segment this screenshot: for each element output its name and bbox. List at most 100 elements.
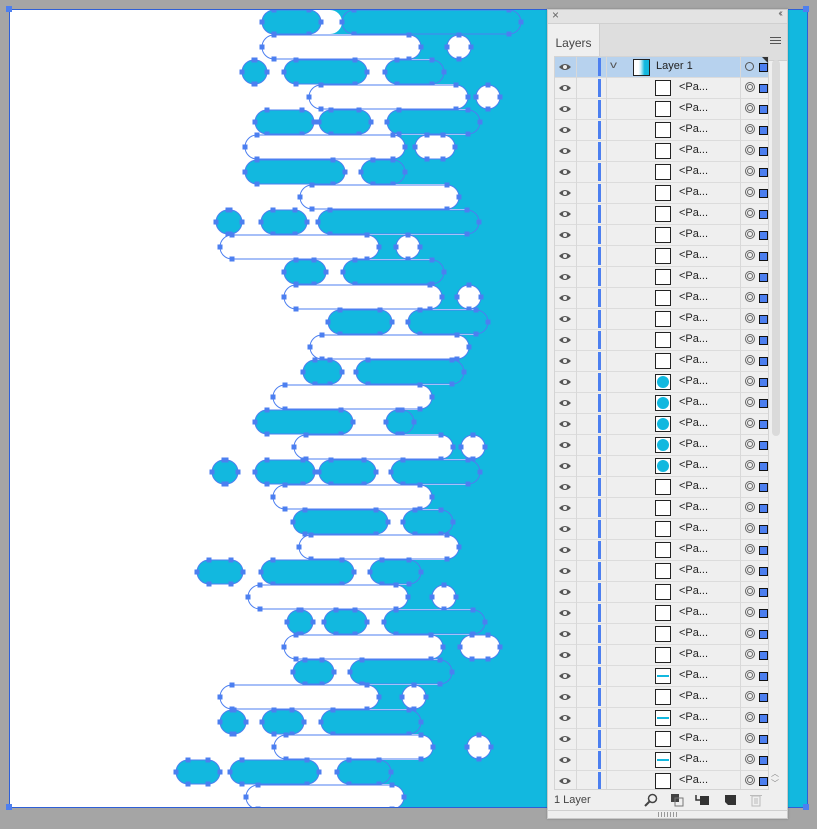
lock-column[interactable] — [576, 771, 577, 789]
anchor-point-handle[interactable] — [389, 782, 395, 788]
path-name[interactable]: <Pa... — [679, 270, 708, 282]
target-appearance-icon[interactable] — [745, 145, 755, 155]
visibility-eye-icon[interactable] — [558, 692, 572, 702]
lock-column[interactable] — [576, 120, 577, 141]
anchor-point-handle[interactable] — [406, 707, 412, 713]
anchor-point-handle[interactable] — [367, 569, 373, 575]
visibility-eye-icon[interactable] — [558, 188, 572, 198]
blue-pill[interactable] — [219, 709, 247, 735]
anchor-point-handle[interactable] — [461, 369, 467, 375]
path-row[interactable]: <Pa... — [555, 477, 768, 498]
anchor-point-handle[interactable] — [368, 119, 374, 125]
anchor-point-handle[interactable] — [469, 632, 475, 638]
selection-indicator[interactable] — [759, 84, 768, 93]
anchor-point-handle[interactable] — [506, 10, 512, 13]
white-circle[interactable] — [401, 684, 427, 710]
target-appearance-icon[interactable] — [745, 586, 755, 596]
create-sublayer-icon[interactable] — [695, 793, 709, 807]
path-row[interactable]: <Pa... — [555, 204, 768, 225]
blue-pill[interactable] — [260, 209, 308, 235]
anchor-point-handle[interactable] — [382, 69, 388, 75]
panel-menu-icon[interactable] — [770, 37, 781, 46]
lock-column[interactable] — [576, 78, 577, 99]
selection-indicator[interactable] — [759, 105, 768, 114]
anchor-point-handle[interactable] — [444, 182, 450, 188]
target-appearance-icon[interactable] — [745, 754, 755, 764]
anchor-point-handle[interactable] — [227, 769, 233, 775]
anchor-point-handle[interactable] — [340, 269, 346, 275]
anchor-point-handle[interactable] — [399, 407, 405, 413]
anchor-point-handle[interactable] — [323, 269, 329, 275]
anchor-point-handle[interactable] — [205, 757, 211, 763]
anchor-point-handle[interactable] — [254, 157, 260, 163]
anchor-point-handle[interactable] — [454, 332, 460, 338]
artboard-corner-handle[interactable] — [803, 804, 809, 810]
anchor-point-handle[interactable] — [231, 707, 237, 713]
anchor-point-handle[interactable] — [228, 557, 234, 563]
anchor-point-handle[interactable] — [365, 357, 371, 363]
anchor-point-handle[interactable] — [310, 619, 316, 625]
selection-indicator[interactable] — [759, 441, 768, 450]
visibility-eye-icon[interactable] — [558, 713, 572, 723]
anchor-point-handle[interactable] — [485, 319, 491, 325]
selection-indicator[interactable] — [759, 126, 768, 135]
anchor-point-handle[interactable] — [465, 94, 471, 100]
target-appearance-icon[interactable] — [745, 544, 755, 554]
lock-column[interactable] — [576, 141, 577, 162]
anchor-point-handle[interactable] — [389, 806, 395, 809]
anchor-point-handle[interactable] — [270, 557, 276, 563]
anchor-point-handle[interactable] — [270, 494, 276, 500]
anchor-point-handle[interactable] — [318, 82, 324, 88]
anchor-point-handle[interactable] — [418, 44, 424, 50]
path-name[interactable]: <Pa... — [679, 312, 708, 324]
path-row[interactable]: <Pa... — [555, 78, 768, 99]
scrollbar[interactable]: ︿ ﹀ — [771, 56, 781, 790]
anchor-point-handle[interactable] — [252, 419, 258, 425]
blue-pill[interactable] — [318, 109, 372, 135]
white-pill[interactable] — [283, 634, 444, 660]
blue-pill[interactable] — [292, 509, 389, 535]
anchor-point-handle[interactable] — [327, 207, 333, 213]
anchor-point-handle[interactable] — [429, 257, 435, 263]
anchor-point-handle[interactable] — [473, 94, 479, 100]
anchor-point-handle[interactable] — [440, 132, 446, 138]
anchor-point-handle[interactable] — [466, 344, 472, 350]
path-name[interactable]: <Pa... — [679, 396, 708, 408]
path-row[interactable]: <Pa... — [555, 246, 768, 267]
anchor-point-handle[interactable] — [325, 319, 331, 325]
lock-column[interactable] — [576, 708, 577, 729]
anchor-point-handle[interactable] — [302, 507, 308, 513]
anchor-point-handle[interactable] — [270, 207, 276, 213]
anchor-point-handle[interactable] — [470, 432, 476, 438]
anchor-point-handle[interactable] — [476, 732, 482, 738]
anchor-point-handle[interactable] — [229, 682, 235, 688]
white-pill[interactable] — [283, 284, 443, 310]
anchor-point-handle[interactable] — [228, 581, 234, 587]
path-row[interactable]: <Pa... — [555, 267, 768, 288]
anchor-point-handle[interactable] — [282, 506, 288, 512]
anchor-point-handle[interactable] — [299, 107, 305, 113]
anchor-point-handle[interactable] — [389, 319, 395, 325]
blue-pill[interactable] — [355, 359, 465, 385]
anchor-point-handle[interactable] — [309, 206, 315, 212]
path-row[interactable]: <Pa... — [555, 120, 768, 141]
anchor-point-handle[interactable] — [308, 532, 314, 538]
anchor-point-handle[interactable] — [485, 632, 491, 638]
target-appearance-icon[interactable] — [745, 439, 755, 449]
anchor-point-handle[interactable] — [282, 382, 288, 388]
target-appearance-icon[interactable] — [745, 733, 755, 743]
anchor-point-handle[interactable] — [405, 232, 411, 238]
anchor-point-handle[interactable] — [255, 782, 261, 788]
anchor-point-handle[interactable] — [309, 182, 315, 188]
target-appearance-icon[interactable] — [745, 313, 755, 323]
anchor-point-handle[interactable] — [252, 469, 258, 475]
anchor-point-handle[interactable] — [300, 457, 306, 463]
anchor-point-handle[interactable] — [351, 10, 357, 13]
anchor-point-handle[interactable] — [223, 481, 229, 487]
anchor-point-handle[interactable] — [351, 569, 357, 575]
anchor-point-handle[interactable] — [321, 619, 327, 625]
anchor-point-handle[interactable] — [281, 644, 287, 650]
selection-indicator[interactable] — [759, 231, 768, 240]
path-name[interactable]: <Pa... — [679, 711, 708, 723]
anchor-point-handle[interactable] — [488, 744, 494, 750]
